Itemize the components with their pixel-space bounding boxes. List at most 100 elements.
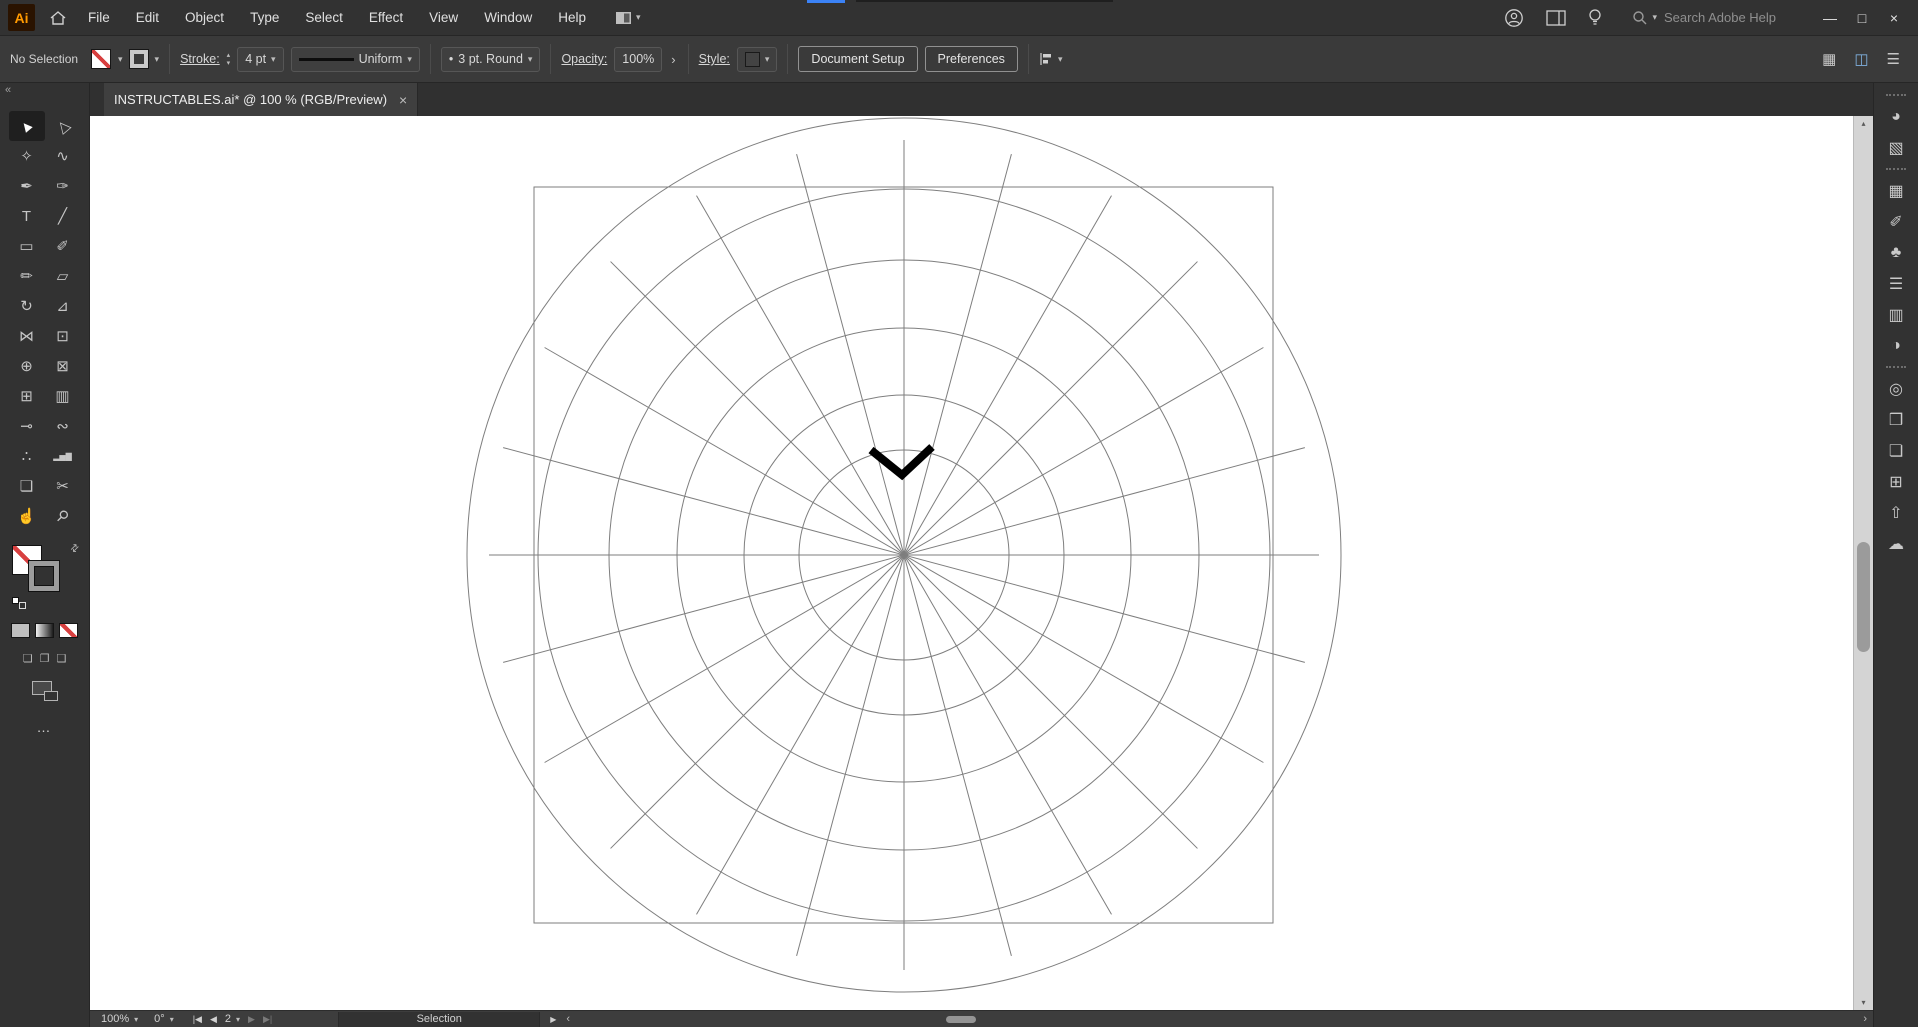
line-segment-tool[interactable]: ╱ [45,201,81,231]
eyedropper-tool[interactable]: ⊸ [9,411,45,441]
workspace-grid-icon[interactable]: ▦ [1822,50,1836,68]
scroll-up-icon[interactable]: ▴ [1854,119,1873,128]
draw-behind-icon[interactable]: ❐ [40,652,50,665]
artboard-tool[interactable]: ❏ [9,471,45,501]
menu-help[interactable]: Help [545,1,599,35]
pen-tool[interactable]: ✒ [9,171,45,201]
stroke-weight-stepper[interactable]: ▴ ▾ [227,52,231,67]
menu-object[interactable]: Object [172,1,237,35]
menu-file[interactable]: File [75,1,123,35]
edit-toolbar-icon[interactable]: … [37,719,53,735]
menu-type[interactable]: Type [237,1,292,35]
artboard[interactable] [90,116,1853,1010]
draw-normal-icon[interactable]: ❏ [23,652,33,665]
check-mark-shape[interactable] [868,444,935,481]
panel-layout-icon[interactable]: ◫ [1854,50,1868,68]
eraser-tool[interactable]: ▱ [45,261,81,291]
width-tool[interactable]: ⋈ [9,321,45,351]
gradient-button[interactable] [35,623,54,638]
zoom-tool[interactable]: ⚲ [45,501,81,531]
chevron-down-icon[interactable]: ▾ [118,54,123,64]
chevron-down-icon[interactable]: ▾ [227,60,231,67]
align-options-button[interactable]: ▾ [1039,52,1062,66]
chevron-down-icon[interactable]: ▾ [1652,13,1657,22]
gradient-tool[interactable]: ▥ [45,381,81,411]
close-button[interactable]: × [1878,10,1910,26]
color-button[interactable] [11,623,30,638]
none-button[interactable] [59,623,78,638]
opacity-field[interactable]: 100% [614,46,663,72]
screen-mode-icon[interactable] [31,681,58,701]
next-artboard-button[interactable]: ▶ [248,1014,255,1025]
menu-select[interactable]: Select [292,1,356,35]
column-graph-tool[interactable]: ▂▅▇ [45,441,81,471]
account-icon[interactable] [1496,8,1532,28]
default-fill-stroke-icon[interactable] [11,597,26,609]
scale-tool[interactable]: ⊿ [45,291,81,321]
hscroll-right-icon[interactable]: › [1863,1013,1867,1025]
stroke-color-swatch[interactable] [128,49,149,69]
help-search[interactable]: ▾ [1626,7,1786,28]
curvature-tool[interactable]: ✑ [45,171,81,201]
hscroll-left-icon[interactable]: ‹ [566,1013,570,1025]
canvas[interactable] [90,116,1853,1010]
hand-tool[interactable]: ☝ [9,501,45,531]
mesh-tool[interactable]: ⊞ [9,381,45,411]
menu-edit[interactable]: Edit [123,1,172,35]
chevron-up-icon[interactable]: ▴ [227,52,231,59]
rotation-dropdown[interactable]: 0° ▾ [147,1013,181,1025]
last-artboard-button[interactable]: ▶| [263,1014,272,1025]
opacity-label[interactable]: Opacity: [561,52,607,66]
previous-artboard-button[interactable]: ◀ [210,1014,217,1025]
fill-color-swatch[interactable] [91,49,111,69]
stroke-swatch[interactable] [28,561,59,591]
chevron-right-icon[interactable]: › [669,52,677,67]
slice-tool[interactable]: ✂ [45,471,81,501]
polar-grid-artwork[interactable] [466,117,1342,993]
perspective-grid-tool[interactable]: ⊠ [45,351,81,381]
shape-builder-tool[interactable]: ⊕ [9,351,45,381]
rectangle-tool[interactable]: ▭ [9,231,45,261]
rotate-tool[interactable]: ↻ [9,291,45,321]
asset-export-panel-button[interactable]: ⇧ [1878,497,1914,528]
type-tool[interactable]: T [9,201,45,231]
horizontal-scrollbar[interactable] [578,1011,1847,1027]
style-label[interactable]: Style: [699,52,730,66]
zoom-dropdown[interactable]: 100% ▾ [94,1013,145,1025]
chevron-down-icon[interactable]: ▾ [155,54,160,64]
horizontal-scroll-thumb[interactable] [946,1016,977,1023]
arrange-documents-button[interactable]: ▾ [615,11,641,25]
transparency-panel-button[interactable]: ◑ [1878,330,1914,361]
selection-tool[interactable]: ▲ [8,111,45,141]
collapse-toolbar-icon[interactable]: « [5,84,11,96]
close-tab-icon[interactable]: × [399,92,407,108]
graphic-styles-panel-button[interactable]: ❒ [1878,404,1914,435]
document-setup-button[interactable]: Document Setup [798,46,918,72]
first-artboard-button[interactable]: |◀ [193,1014,202,1025]
minimize-button[interactable]: — [1814,10,1846,26]
artboard-number-dropdown[interactable]: 2 ▾ [225,1013,240,1025]
stroke-profile-dropdown[interactable]: Uniform ▾ [290,46,420,72]
preferences-button[interactable]: Preferences [924,46,1018,72]
scroll-down-icon[interactable]: ▾ [1854,998,1873,1007]
menu-window[interactable]: Window [471,1,545,35]
illustrator-logo[interactable]: Ai [8,4,35,31]
magic-wand-tool[interactable]: ✧ [9,141,45,171]
status-menu-icon[interactable]: ▶ [550,1015,556,1024]
layers-panel-button[interactable]: ❏ [1878,435,1914,466]
stroke-label[interactable]: Stroke: [180,52,220,66]
blend-tool[interactable]: ∾ [45,411,81,441]
pencil-tool[interactable]: ✏ [9,261,45,291]
swap-fill-stroke-icon[interactable]: ⇄ [68,542,82,556]
vertical-scroll-thumb[interactable] [1857,542,1870,652]
stroke-weight-dropdown[interactable]: 4 pt ▾ [237,46,284,72]
menu-effect[interactable]: Effect [356,1,416,35]
home-icon[interactable] [41,10,75,26]
search-input[interactable] [1662,9,1780,26]
color-guide-panel-button[interactable]: ▧ [1878,132,1914,163]
draw-inside-icon[interactable]: ❑ [56,652,66,665]
artboards-panel-button[interactable]: ⊞ [1878,466,1914,497]
stroke-panel-button[interactable]: ☰ [1878,268,1914,299]
brushes-panel-button[interactable]: ✐ [1878,206,1914,237]
lasso-tool[interactable]: ∿ [45,141,81,171]
